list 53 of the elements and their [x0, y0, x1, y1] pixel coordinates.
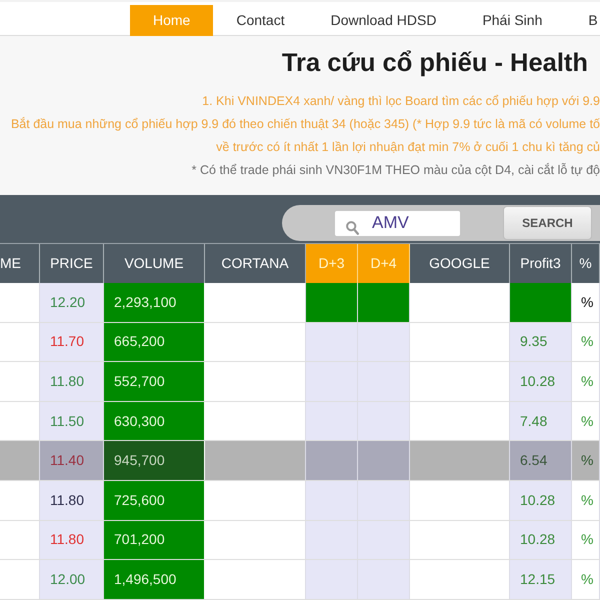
percent-cell: % — [572, 283, 600, 322]
table-row[interactable]: 11.40 945,700 6.54 % — [0, 441, 600, 481]
table-row[interactable]: 11.70 665,200 9.35 % — [0, 322, 600, 362]
table-row[interactable]: 11.80 701,200 10.28 % — [0, 520, 600, 560]
table-row[interactable]: 12.20 2,293,100 % — [0, 283, 600, 323]
table-row[interactable]: 11.80 552,700 10.28 % — [0, 362, 600, 402]
percent-cell: % — [572, 480, 600, 520]
volume-cell: 701,200 — [104, 520, 205, 560]
price-cell: 11.40 — [40, 441, 104, 480]
search-icon — [346, 220, 359, 234]
nav-link[interactable]: Download HDSD — [308, 5, 460, 36]
search-field[interactable]: AMV — [335, 210, 460, 236]
note-text: * Có thể trade phái sinh VN30F1M THEO màu của cột D4, cài cắt lỗ tự độ — [192, 162, 600, 179]
price-cell: 11.80 — [40, 480, 104, 520]
volume-cell: 945,700 — [104, 441, 205, 480]
percent-cell: % — [572, 441, 600, 480]
volume-cell: 665,200 — [104, 322, 205, 362]
profit-cell: 10.28 — [510, 520, 572, 560]
table-row[interactable]: 12.00 1,496,500 12.15 % — [0, 560, 600, 600]
search-button[interactable]: SEARCH — [503, 206, 592, 240]
volume-cell: 2,293,100 — [104, 283, 205, 322]
volume-cell: 725,600 — [104, 480, 205, 520]
volume-cell: 552,700 — [104, 362, 205, 401]
note-text: Bắt đầu mua những cổ phiếu hợp 9.9 đó theo chiến thuật 34 (hoặc 345) (* Hợp 9.9 tức là mã có volume tố — [10, 116, 600, 133]
nav-link[interactable]: Phái Sinh — [459, 5, 566, 36]
percent-cell: % — [572, 362, 600, 401]
profit-cell: 10.28 — [510, 480, 572, 520]
table-row[interactable]: 11.50 630,300 7.48 % — [0, 402, 600, 442]
price-cell: 11.70 — [40, 322, 104, 362]
column-header: D+3 — [306, 244, 358, 283]
note-text: về trước có ít nhất 1 lần lợi nhuận đạt min 7% ở cuối 1 chu kì tăng củ — [216, 139, 600, 156]
volume-cell: 1,496,500 — [104, 560, 205, 599]
profit-cell: 6.54 — [510, 441, 572, 480]
nav-link[interactable]: Contact — [213, 5, 308, 36]
profit-cell: 7.48 — [510, 402, 572, 440]
price-cell: 11.80 — [40, 362, 104, 401]
profit-cell: 9.35 — [510, 322, 572, 362]
percent-cell: % — [572, 322, 600, 362]
profit-cell: 12.15 — [510, 560, 572, 599]
column-header: D+4 — [358, 244, 410, 283]
table-row[interactable]: 11.80 725,600 10.28 % — [0, 480, 600, 521]
price-cell: 12.20 — [40, 283, 104, 322]
note-text: 1. Khi VNINDEX4 xanh/ vàng thì lọc Board tìm các cổ phiếu hợp với 9.9 — [202, 93, 600, 110]
percent-cell: % — [572, 560, 600, 599]
price-cell: 11.50 — [40, 402, 104, 440]
profit-cell: 10.28 — [510, 362, 572, 401]
percent-cell: % — [572, 402, 600, 440]
percent-cell: % — [572, 520, 600, 560]
page-title: Tra cứu cổ phiếu - Health — [282, 48, 588, 79]
volume-cell: 630,300 — [104, 402, 205, 440]
nav-link[interactable]: B — [565, 5, 598, 36]
price-cell: 12.00 — [40, 560, 104, 599]
price-cell: 11.80 — [40, 520, 104, 560]
